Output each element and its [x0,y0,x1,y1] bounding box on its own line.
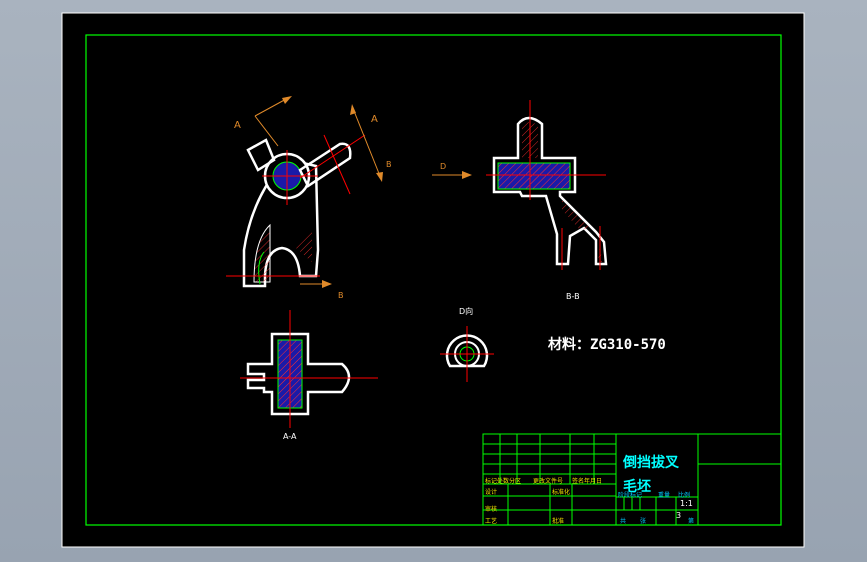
title-block-label-1: 更改文件号 [533,478,564,485]
section-a-label-left: A [234,120,241,131]
title-block-label-9: 重量 [658,492,671,499]
section-bb-fill [497,162,571,190]
title-block-label-7: 批准 [552,518,565,525]
title-block-label-5: 审核 [485,506,498,513]
sheet-value: 3 [676,511,682,520]
part-name-line1: 倒挡拔叉 [623,455,679,471]
title-block-label-12: 张 [640,518,647,525]
title-block-label-11: 共 [620,518,627,525]
title-block-label-6: 工艺 [485,518,498,525]
section-b-label-bottom: B [338,291,344,300]
title-block-label-4: 标准化 [552,489,571,496]
view-d-title: D向 [459,307,474,316]
material-note: 材料：ZG310-570 [548,337,666,353]
scale-value: 1:1 [680,499,693,508]
title-block-label-0: 标记处数分区 [485,478,522,485]
title-block-label-2: 签名年月日 [572,478,603,485]
title-block-label-8: 阶段标记 [618,492,643,499]
view-d-arrow-label: D [440,162,447,171]
title-block-label-13: 第 [688,518,695,525]
cad-drawing [61,12,805,548]
section-a-label-right: A [371,114,378,125]
section-b-label-right: B [386,160,392,169]
view-bb-title: B-B [566,292,580,301]
view-aa-title: A-A [283,432,297,441]
title-block-label-10: 比例 [678,492,691,499]
title-block-label-3: 设计 [485,489,498,496]
drawing-sheet [61,12,805,548]
